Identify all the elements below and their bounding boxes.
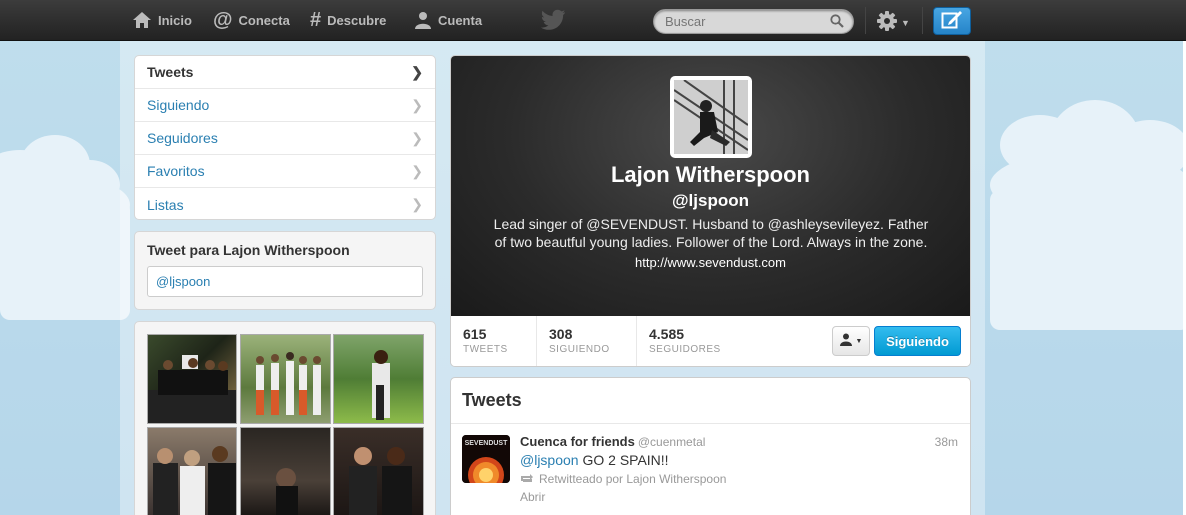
tweet-mention-link[interactable]: @ljspoon [520, 452, 579, 468]
stat-tweets[interactable]: 615 TWEETS [451, 316, 537, 366]
person-icon [414, 11, 432, 29]
search-icon[interactable] [830, 14, 844, 31]
svg-text:SEVENDUST: SEVENDUST [465, 440, 509, 447]
twitter-bird-icon[interactable] [540, 9, 566, 34]
user-actions-dropdown[interactable]: ▼ [832, 326, 870, 356]
tweet-author[interactable]: Cuenca for friends @cuenmetal [520, 434, 705, 449]
compose-tweet-button[interactable] [933, 7, 971, 35]
sidebar-item-followers[interactable]: Seguidores ❯ [135, 122, 435, 155]
stat-label: TWEETS [463, 344, 508, 355]
profile-stats: 615 TWEETS 308 SIGUIENDO 4.585 SEGUIDORE… [451, 316, 970, 366]
sidebar-item-tweets[interactable]: Tweets ❯ [135, 56, 435, 89]
profile-avatar[interactable] [670, 76, 752, 158]
profile-header: Lajon Witherspoon @ljspoon Lead singer o… [451, 56, 970, 316]
stat-value: 308 [549, 326, 573, 342]
tweet-author-name[interactable]: Cuenca for friends [520, 434, 635, 449]
sidebar-item-label: Seguidores [147, 130, 218, 146]
search-input[interactable] [654, 10, 814, 33]
settings-menu[interactable]: ▼ [876, 10, 910, 35]
profile-card: Lajon Witherspoon @ljspoon Lead singer o… [450, 55, 971, 367]
nav-discover[interactable]: # Descubre [310, 0, 386, 40]
retweet-icon [520, 472, 534, 486]
hash-icon: # [310, 8, 322, 31]
topbar-divider [922, 7, 923, 34]
gallery-photo[interactable] [333, 427, 424, 515]
home-icon [132, 11, 152, 29]
gallery-photo[interactable] [240, 427, 331, 515]
person-icon [839, 333, 854, 349]
nav-connect[interactable]: @ Conecta [213, 0, 290, 40]
stat-following[interactable]: 308 SIGUIENDO [537, 316, 637, 366]
profile-bio: Lead singer of @SEVENDUST. Husband to @a… [493, 216, 929, 250]
sidebar-item-favorites[interactable]: Favoritos ❯ [135, 155, 435, 188]
sidebar-item-following[interactable]: Siguiendo ❯ [135, 89, 435, 122]
nav-home-label: Inicio [158, 12, 192, 28]
stat-value: 4.585 [649, 326, 685, 342]
photo-gallery [134, 321, 436, 515]
stat-label: SEGUIDORES [649, 344, 721, 355]
retweet-info-text: Retwitteado por Lajon Witherspoon [539, 472, 727, 486]
gallery-photo[interactable] [240, 334, 331, 424]
tweet-expand-link[interactable]: Abrir [520, 490, 545, 504]
sidebar-item-label: Siguiendo [147, 97, 210, 113]
sidebar-item-label: Tweets [147, 64, 194, 80]
top-navigation-bar: Inicio @ Conecta # Descubre Cuenta Busca… [0, 0, 1186, 41]
chevron-down-icon: ▼ [855, 337, 863, 345]
topbar-divider [865, 7, 866, 34]
chevron-right-icon: ❯ [411, 196, 423, 212]
tweet-author-screen-name[interactable]: @cuenmetal [638, 435, 706, 449]
gallery-photo[interactable] [147, 427, 237, 515]
tweet-to-title: Tweet para Lajon Witherspoon [147, 242, 350, 258]
nav-account-label: Cuenta [438, 12, 483, 28]
stat-label: SIGUIENDO [549, 344, 610, 355]
tweet-text: @ljspoon GO 2 SPAIN!! [520, 452, 669, 468]
chevron-down-icon: ▼ [901, 17, 910, 28]
gallery-photo[interactable] [333, 334, 424, 424]
sidebar-item-lists[interactable]: Listas ❯ [135, 188, 435, 221]
tweet-timestamp[interactable]: 38m [935, 435, 958, 449]
profile-sidebar-nav: Tweets ❯ Siguiendo ❯ Seguidores ❯ Favori… [134, 55, 436, 220]
following-button[interactable]: Siguiendo [874, 326, 961, 356]
tweet-to-input[interactable]: @ljspoon [147, 266, 423, 297]
gallery-photo[interactable] [147, 334, 237, 424]
stat-followers[interactable]: 4.585 SEGUIDORES [637, 316, 747, 366]
tweet-body: GO 2 SPAIN!! [578, 452, 669, 468]
nav-connect-label: Conecta [238, 12, 290, 28]
compose-icon [941, 10, 963, 33]
sidebar-item-label: Listas [147, 196, 184, 213]
tweet-item[interactable]: SEVENDUST Cuenca for friends @cuenmetal 3… [451, 424, 970, 515]
sidebar-item-label: Favoritos [147, 163, 205, 179]
chevron-right-icon: ❯ [411, 96, 423, 113]
nav-account[interactable]: Cuenta [414, 0, 482, 40]
tweet-to-module: Tweet para Lajon Witherspoon @ljspoon [134, 231, 436, 310]
profile-url-link[interactable]: http://www.sevendust.com [451, 255, 970, 270]
nav-discover-label: Descubre [327, 12, 387, 28]
tweets-header: Tweets [451, 378, 970, 424]
tweet-avatar[interactable]: SEVENDUST [462, 435, 510, 483]
stat-value: 615 [463, 326, 487, 342]
gear-icon [876, 10, 898, 35]
tweets-stream: Tweets SEVENDUST Cuenca for friends @cuen… [450, 377, 971, 515]
search-box[interactable] [653, 9, 854, 34]
chevron-right-icon: ❯ [411, 162, 423, 179]
at-icon: @ [213, 8, 233, 31]
chevron-right-icon: ❯ [411, 63, 423, 80]
profile-handle: @ljspoon [671, 191, 749, 210]
nav-home[interactable]: Inicio [132, 0, 192, 40]
chevron-right-icon: ❯ [411, 129, 423, 146]
profile-name: Lajon Witherspoon [610, 162, 810, 187]
retweet-info: Retwitteado por Lajon Witherspoon [520, 472, 726, 486]
